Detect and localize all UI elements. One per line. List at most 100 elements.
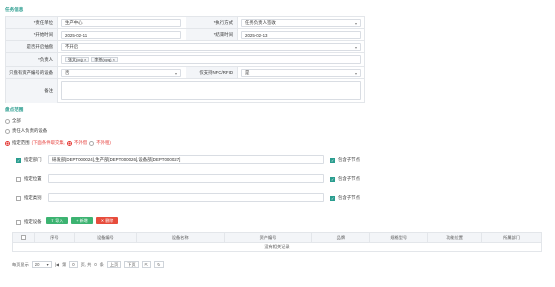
form-row: 是否开启抽盘 不开启 ▾: [6, 41, 364, 53]
col-header[interactable]: 所属部门: [481, 232, 542, 243]
field-label: *开始时间: [6, 29, 58, 40]
scope-hint: (下面条件取交集,: [31, 140, 65, 145]
first-page-icon[interactable]: |◀: [55, 262, 59, 267]
chevron-down-icon: ▾: [354, 45, 357, 50]
category-checkbox[interactable]: [16, 195, 21, 201]
chevron-down-icon: ▾: [354, 71, 357, 76]
sampling-select[interactable]: 不开启 ▾: [61, 43, 361, 51]
location-input[interactable]: [48, 174, 324, 183]
remark-textarea[interactable]: [61, 81, 361, 100]
category-row: 指定类别: [16, 195, 42, 201]
form-row: 备注: [6, 79, 364, 103]
refresh-icon[interactable]: ↻: [154, 261, 164, 268]
radio-icon[interactable]: [5, 118, 10, 124]
add-button[interactable]: + 新增: [71, 217, 93, 224]
table-empty-row: 没有相关记录: [12, 242, 542, 252]
radio-icon[interactable]: [5, 128, 10, 134]
plus-icon: +: [76, 218, 79, 223]
of-label: 页, 共: [80, 261, 92, 267]
task-form: *责任单位 生产中心 *执行方式 任务负责人签收 ▾ *开始时间 2025-02-…: [5, 16, 365, 103]
responsible-unit-select[interactable]: 生产中心: [61, 19, 181, 27]
device-table: 序号 设备编号 设备名称 资产编号 品牌 规格型号 功能位置 所属部门 没有相关…: [12, 232, 542, 252]
include-sub-label: 包含子节点: [338, 157, 360, 162]
scope-all-option[interactable]: 全部: [5, 118, 21, 124]
location-label: 指定位置: [24, 176, 42, 181]
option-label: 指定范围: [12, 140, 30, 145]
option-label: 不外借: [74, 140, 88, 145]
col-header[interactable]: 资产编号: [224, 232, 313, 243]
page-label: 第: [62, 261, 67, 267]
end-date-input[interactable]: 2025-02-13: [241, 31, 361, 39]
next-page-button[interactable]: 下页: [124, 261, 139, 268]
chevron-down-icon: ▾: [46, 262, 49, 267]
section-title-scope: 盘点范围: [5, 107, 24, 112]
location-checkbox[interactable]: [16, 176, 21, 182]
empty-message: 没有相关记录: [12, 242, 542, 252]
export-icon[interactable]: ⇱: [141, 261, 152, 268]
include-sub-label: 包含子节点: [338, 176, 360, 181]
dept-checkbox[interactable]: ✓: [16, 157, 21, 163]
form-row: *责任单位 生产中心 *执行方式 任务负责人签收 ▾: [6, 17, 364, 29]
only-asset-select[interactable]: 否 ▾: [61, 69, 181, 77]
location-include-sub[interactable]: ✓ 包含子节点: [330, 176, 360, 182]
field-label: 是否开启抽盘: [6, 41, 58, 52]
device-checkbox[interactable]: [16, 219, 21, 225]
option-label: 责任人负责的设备: [12, 128, 48, 133]
table-header-row: 序号 设备编号 设备名称 资产编号 品牌 规格型号 功能位置 所属部门: [12, 232, 542, 243]
chevron-down-icon: ▾: [174, 71, 177, 76]
category-label: 指定类别: [24, 195, 42, 200]
field-label: *结束时间: [186, 29, 238, 40]
owner-tag[interactable]: 张文(cq) ×: [65, 57, 90, 62]
radio-icon[interactable]: [5, 140, 10, 146]
page-input[interactable]: 0: [69, 261, 78, 268]
option-label: 不外租): [96, 140, 111, 145]
start-date-input[interactable]: 2025-02-11: [61, 31, 181, 39]
owner-tag[interactable]: 李茶(cpq) ×: [91, 57, 118, 62]
category-input[interactable]: [48, 193, 324, 202]
page-size-select[interactable]: 20 ▾: [31, 261, 52, 268]
form-row: *开始时间 2025-02-11 *结束时间 2025-02-13: [6, 29, 364, 41]
col-header[interactable]: 序号: [34, 232, 75, 243]
trash-icon: ✕: [100, 218, 105, 223]
dept-label: 指定部门: [24, 157, 42, 162]
dept-include-sub[interactable]: ✓ 包含子节点: [330, 157, 360, 163]
col-header[interactable]: 设备名称: [136, 232, 225, 243]
include-sub-label: 包含子节点: [338, 195, 360, 200]
form-row: *负责人 张文(cq) × 李茶(cpq) ×: [6, 53, 364, 67]
field-label: *执行方式: [186, 17, 238, 28]
checkbox-icon[interactable]: [20, 235, 26, 241]
dept-row: ✓ 指定部门: [16, 157, 42, 163]
execution-mode-select[interactable]: 任务负责人签收 ▾: [241, 19, 361, 27]
per-page-label: 每页显示: [12, 261, 29, 267]
delete-button[interactable]: ✕ 删除: [96, 217, 118, 224]
upload-icon: ⇪: [50, 218, 55, 223]
pagination: 每页显示 20 ▾ |◀ 第 0 页, 共 0 条 上页 下页 ⇱ ↻: [12, 261, 164, 268]
owner-multiselect[interactable]: 张文(cq) × 李茶(cpq) ×: [61, 55, 361, 64]
col-header[interactable]: 规格型号: [369, 232, 429, 243]
radio-icon[interactable]: [67, 140, 72, 146]
form-row: 只盘有资产编号的设备 否 ▾ 仅支持NFC/RFID 是 ▾: [6, 67, 364, 79]
checkbox-icon[interactable]: ✓: [330, 195, 335, 201]
radio-icon[interactable]: [89, 140, 95, 146]
device-label: 指定设备: [24, 219, 42, 224]
col-header[interactable]: 品牌: [311, 232, 371, 243]
select-all-cell[interactable]: [12, 232, 35, 243]
prev-page-button[interactable]: 上页: [106, 261, 122, 268]
total-suffix: 条: [99, 261, 104, 267]
option-label: 全部: [12, 118, 21, 123]
checkbox-icon[interactable]: ✓: [330, 176, 335, 182]
field-label: 只盘有资产编号的设备: [6, 67, 58, 78]
chevron-down-icon: ▾: [354, 21, 357, 26]
total-count: 0: [94, 262, 97, 267]
field-label: 仅支持NFC/RFID: [186, 67, 238, 78]
category-include-sub[interactable]: ✓ 包含子节点: [330, 195, 360, 201]
nfc-select[interactable]: 是 ▾: [241, 69, 361, 77]
device-row: 指定设备: [16, 219, 42, 225]
dept-input[interactable]: 研发部[DEPT000024],生产部[DEPT000026],设备部[DEPT…: [48, 155, 324, 164]
scope-owner-option[interactable]: 责任人负责的设备: [5, 128, 47, 134]
col-header[interactable]: 设备编号: [74, 232, 137, 243]
scope-specified-option[interactable]: 指定范围 (下面条件取交集, 不外借 不外租): [5, 140, 111, 146]
import-button[interactable]: ⇪ 导入: [46, 217, 68, 224]
checkbox-icon[interactable]: ✓: [330, 157, 335, 163]
col-header[interactable]: 功能位置: [427, 232, 483, 243]
